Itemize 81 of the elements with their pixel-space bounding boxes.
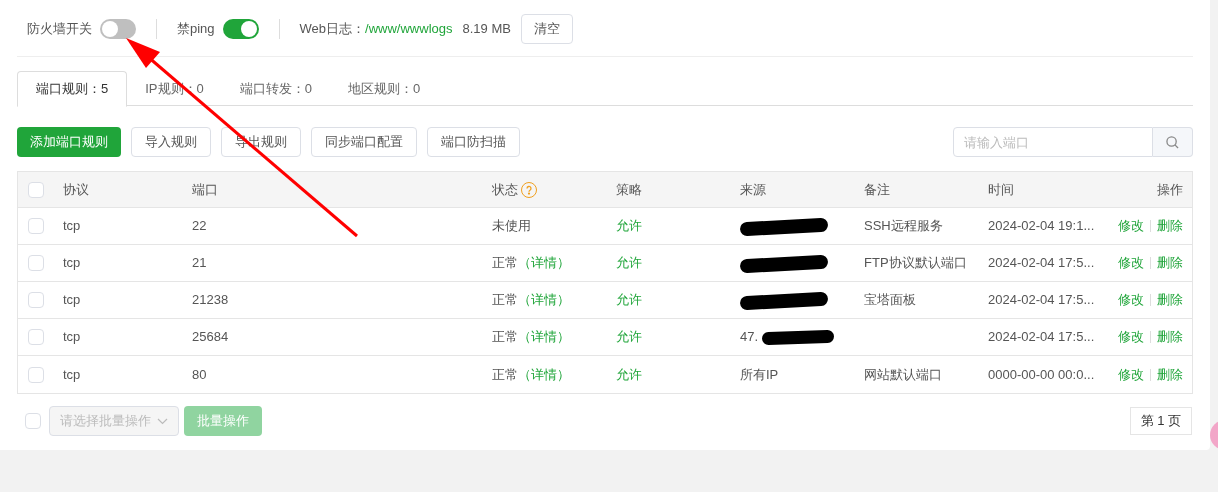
table-cell-text: 2024-02-04 17:5... bbox=[988, 328, 1095, 347]
edit-link[interactable]: 修改 bbox=[1118, 290, 1144, 310]
toggle-switch[interactable] bbox=[222, 19, 259, 39]
tab[interactable]: 端口转发：0 bbox=[221, 71, 330, 106]
column-header: 协议 bbox=[63, 181, 89, 197]
toolbar-button[interactable]: 同步端口配置 bbox=[311, 127, 417, 157]
table-cell-text: 2024-02-04 17:5... bbox=[988, 291, 1095, 310]
table-cell-text: 47. bbox=[740, 328, 759, 347]
checkbox[interactable] bbox=[28, 366, 44, 383]
column-header: 备注 bbox=[864, 181, 890, 197]
table-cell-text: 正常 bbox=[492, 365, 518, 384]
log-size: 8.19 MB bbox=[462, 20, 511, 39]
edit-link[interactable]: 修改 bbox=[1118, 364, 1144, 385]
table-cell-text: 宝塔面板 bbox=[864, 291, 916, 310]
table-cell-text: 网站默认端口 bbox=[864, 365, 942, 384]
delete-link[interactable]: 删除 bbox=[1157, 253, 1183, 273]
table-cell-text: 2024-02-04 17:5... bbox=[988, 254, 1095, 273]
edit-link[interactable]: 修改 bbox=[1118, 327, 1144, 347]
table-cell-text: 所有IP bbox=[740, 365, 779, 384]
log-path-link[interactable]: /www/wwwlogs bbox=[365, 19, 453, 39]
table-cell-text: 允许 bbox=[616, 291, 642, 310]
column-header: 状态 bbox=[492, 180, 518, 199]
table-cell-text: 未使用 bbox=[492, 217, 531, 236]
table-cell-text: 允许 bbox=[616, 217, 642, 236]
column-header: 时间 bbox=[988, 181, 1014, 197]
page-button[interactable]: 第 1 页 bbox=[1129, 407, 1192, 435]
table-cell-text: 21 bbox=[192, 254, 207, 273]
tab[interactable]: 端口规则：5 bbox=[17, 71, 128, 107]
checkbox[interactable] bbox=[28, 181, 44, 198]
firewall-label: 防火墙开关 bbox=[27, 20, 92, 39]
edit-link[interactable]: 修改 bbox=[1118, 253, 1144, 273]
table-cell-text: tcp bbox=[63, 365, 81, 384]
details-link[interactable]: （详情） bbox=[518, 253, 570, 273]
table-cell-text: tcp bbox=[63, 254, 81, 273]
table-cell-text: 80 bbox=[192, 365, 207, 384]
checkbox[interactable] bbox=[28, 218, 44, 234]
table-cell-text: tcp bbox=[63, 291, 81, 310]
toggle-switch[interactable] bbox=[100, 19, 136, 39]
edit-link[interactable]: 修改 bbox=[1118, 216, 1144, 236]
delete-link[interactable]: 删除 bbox=[1157, 364, 1183, 385]
details-link[interactable]: （详情） bbox=[518, 327, 570, 347]
table-cell-text: 正常 bbox=[492, 254, 518, 273]
table-cell-text: 0000-00-00 00:0... bbox=[988, 365, 1095, 384]
table-cell-text: 2024-02-04 19:1... bbox=[988, 217, 1095, 236]
column-header: 策略 bbox=[616, 181, 642, 197]
table-cell-text: SSH远程服务 bbox=[864, 217, 943, 236]
column-header: 操作 bbox=[1157, 181, 1183, 197]
table-cell-text: 25684 bbox=[192, 328, 229, 347]
column-header: 来源 bbox=[740, 181, 766, 197]
table-cell-text: 允许 bbox=[616, 365, 642, 384]
search-field[interactable]: 请输入端口 bbox=[953, 127, 1153, 157]
table-cell-text: tcp bbox=[63, 328, 81, 347]
details-link[interactable]: （详情） bbox=[518, 364, 570, 385]
table-cell-text: tcp bbox=[63, 217, 81, 236]
search-button[interactable] bbox=[1153, 127, 1193, 157]
delete-link[interactable]: 删除 bbox=[1157, 327, 1183, 347]
details-link[interactable]: （详情） bbox=[518, 290, 570, 310]
table-cell-text: FTP协议默认端口 bbox=[864, 254, 967, 273]
table-cell-text: 21238 bbox=[192, 291, 229, 310]
table-cell-text: 正常 bbox=[492, 291, 518, 310]
table-cell-text: 允许 bbox=[616, 328, 642, 347]
toolbar-button[interactable]: 导入规则 bbox=[131, 127, 211, 157]
column-header: 端口 bbox=[192, 181, 218, 197]
web-log-label: Web日志： bbox=[299, 20, 366, 39]
toolbar-button[interactable]: 端口防扫描 bbox=[427, 127, 520, 157]
table-cell-text: 正常 bbox=[492, 328, 518, 347]
table-cell-text: 22 bbox=[192, 217, 207, 236]
search-icon bbox=[1166, 135, 1179, 149]
add-rule-button[interactable]: 添加端口规则 bbox=[17, 127, 121, 157]
clear-button[interactable]: 清空 bbox=[520, 14, 573, 44]
tab[interactable]: 地区规则：0 bbox=[330, 71, 439, 106]
batch-button[interactable]: 批量操作 bbox=[184, 406, 262, 436]
checkbox[interactable] bbox=[25, 413, 41, 429]
delete-link[interactable]: 删除 bbox=[1157, 290, 1183, 310]
checkbox[interactable] bbox=[28, 255, 44, 271]
ping-label: 禁ping bbox=[177, 20, 215, 39]
table-cell-text: 允许 bbox=[616, 254, 642, 273]
delete-link[interactable]: 删除 bbox=[1157, 216, 1183, 236]
checkbox[interactable] bbox=[28, 329, 44, 345]
chevron-down-icon bbox=[157, 417, 168, 425]
checkbox[interactable] bbox=[28, 292, 44, 308]
